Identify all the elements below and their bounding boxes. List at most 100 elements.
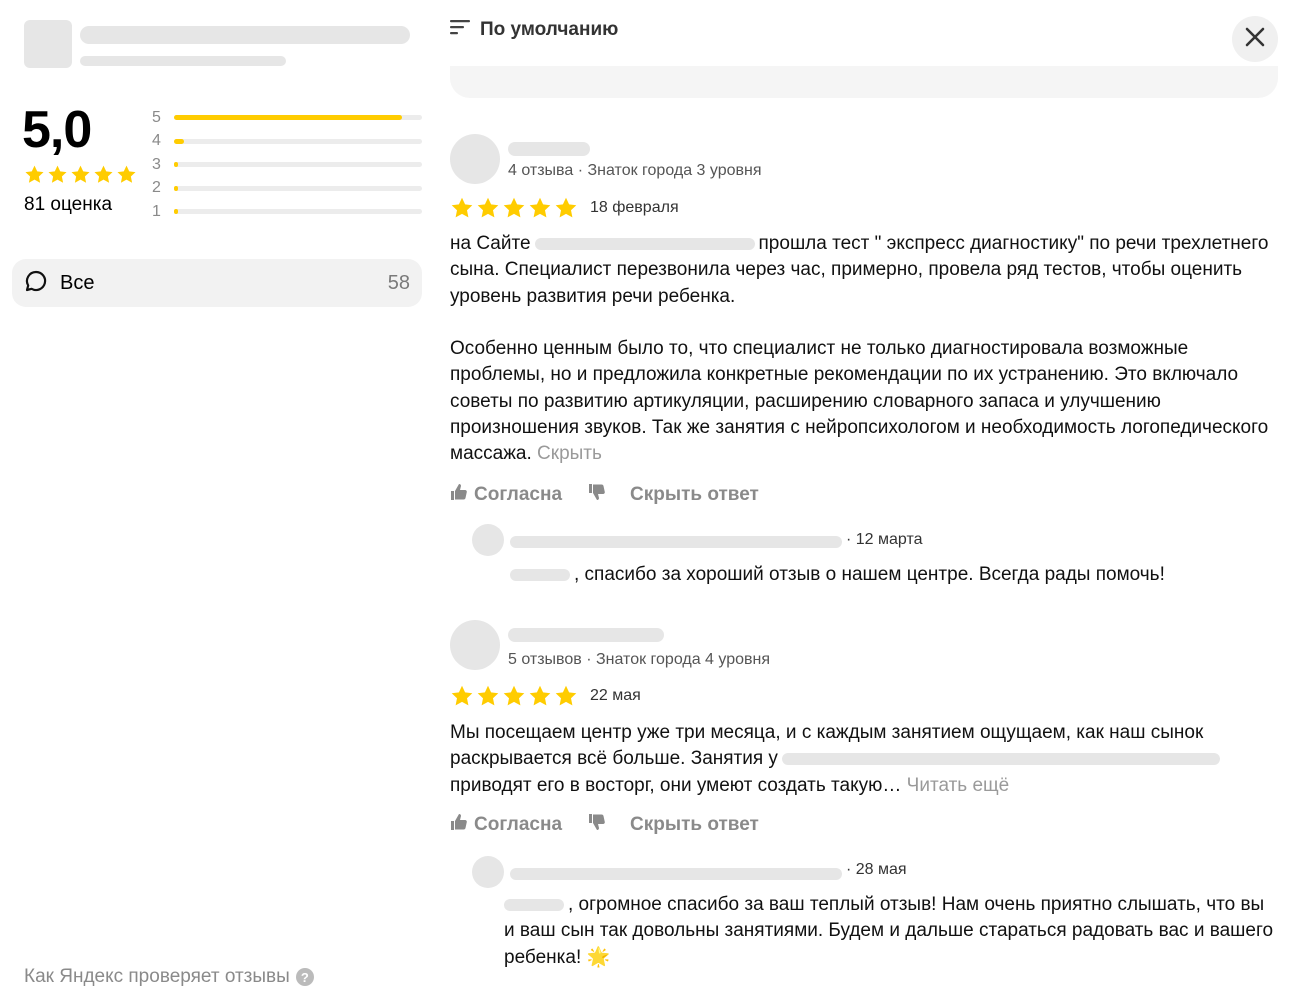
thumbs-up-icon xyxy=(450,813,468,837)
author-name-placeholder[interactable] xyxy=(508,142,590,156)
star-icon xyxy=(450,196,474,220)
close-button[interactable] xyxy=(1232,16,1278,62)
rating-stars xyxy=(24,164,137,185)
star-icon xyxy=(528,684,552,708)
star-icon xyxy=(476,196,500,220)
reply-text-part: , спасибо за хороший отзыв о нашем центр… xyxy=(574,564,1165,585)
collapse-link[interactable]: Скрыть xyxy=(537,443,602,464)
how-yandex-checks-link[interactable]: Как Яндекс проверяет отзывы ? xyxy=(24,966,314,988)
reply-date: · 12 марта xyxy=(846,531,923,548)
review-actions: Согласна Скрыть ответ xyxy=(450,483,759,507)
author-name-placeholder[interactable] xyxy=(508,628,664,642)
organization-address-placeholder xyxy=(80,56,286,66)
rating-distribution: 5 4 3 2 1 xyxy=(152,106,422,224)
star-icon xyxy=(502,684,526,708)
review-text: на Сайте прошла тест " экспресс диагности… xyxy=(450,231,1280,310)
avatar[interactable] xyxy=(450,620,500,670)
review-text-part: приводят его в восторг, они умеют создат… xyxy=(450,774,902,796)
distribution-fill xyxy=(174,115,403,121)
star-icon xyxy=(24,164,45,185)
filter-count: 58 xyxy=(387,271,410,294)
thumbs-down-icon xyxy=(588,813,606,837)
star-icon xyxy=(450,684,474,708)
distribution-track xyxy=(174,162,422,168)
hide-reply-button[interactable]: Скрыть ответ xyxy=(630,814,759,836)
hide-reply-button[interactable]: Скрыть ответ xyxy=(630,484,759,506)
star-icon xyxy=(476,684,500,708)
distribution-fill xyxy=(174,138,184,144)
review-stars xyxy=(450,196,578,220)
star-icon xyxy=(554,684,578,708)
speech-bubble-icon xyxy=(24,269,48,298)
question-icon: ? xyxy=(295,968,314,986)
thumbs-down-icon xyxy=(588,483,606,507)
distribution-track xyxy=(174,209,422,215)
sort-icon xyxy=(450,18,472,42)
dislike-button[interactable] xyxy=(588,813,606,837)
reply-text: , огромное спасибо за ваш теплый отзыв! … xyxy=(504,892,1280,971)
like-label: Согласна xyxy=(474,814,563,835)
like-button[interactable]: Согласна xyxy=(450,483,562,507)
author-meta: 4 отзыва · Знаток города 3 уровня xyxy=(508,162,762,179)
ratings-count: 81 оценка xyxy=(24,194,113,215)
reply-date: · 28 мая xyxy=(846,861,907,878)
distribution-fill xyxy=(174,162,178,168)
distribution-fill xyxy=(174,185,178,191)
read-more-link[interactable]: Читать ещё xyxy=(907,775,1010,796)
average-rating: 5,0 xyxy=(22,101,92,159)
review-rating: 18 февраля xyxy=(450,196,679,220)
previous-card-edge xyxy=(450,66,1278,98)
review-rating: 22 мая xyxy=(450,684,641,708)
star-icon xyxy=(528,196,552,220)
sort-dropdown[interactable]: По умолчанию xyxy=(450,18,618,42)
review-date: 18 февраля xyxy=(590,199,679,216)
sort-label: По умолчанию xyxy=(480,19,619,40)
hidden-name-placeholder xyxy=(534,237,755,250)
star-icon xyxy=(116,164,137,185)
filter-label: Все xyxy=(60,271,95,294)
distribution-row-1[interactable]: 1 xyxy=(152,200,422,224)
review-text: Мы посещаем центр уже три месяца, и с ка… xyxy=(450,720,1280,799)
review-stars xyxy=(450,684,578,708)
review-date: 22 мая xyxy=(590,687,641,704)
close-icon xyxy=(1245,27,1265,52)
star-icon xyxy=(554,196,578,220)
distribution-track xyxy=(174,185,422,191)
distribution-track xyxy=(174,115,422,121)
organization-name-placeholder xyxy=(80,26,410,44)
hidden-name-placeholder xyxy=(781,753,1220,766)
thumbs-up-icon xyxy=(450,483,468,507)
reply-avatar xyxy=(472,856,504,888)
hide-reply-label: Скрыть ответ xyxy=(630,814,759,835)
avatar[interactable] xyxy=(450,134,500,184)
like-button[interactable]: Согласна xyxy=(450,813,562,837)
star-icon xyxy=(47,164,68,185)
review-text-part: на Сайте xyxy=(450,233,531,254)
filter-all-reviews[interactable]: Все 58 xyxy=(12,259,422,307)
reply-author-placeholder xyxy=(510,536,842,548)
distribution-track xyxy=(174,138,422,144)
distribution-row-2[interactable]: 2 xyxy=(152,177,422,201)
star-icon xyxy=(502,196,526,220)
distribution-row-4[interactable]: 4 xyxy=(152,130,422,154)
distribution-label: 2 xyxy=(152,179,161,197)
distribution-label: 1 xyxy=(152,202,161,220)
review-actions: Согласна Скрыть ответ xyxy=(450,813,759,837)
distribution-fill xyxy=(174,209,178,215)
hidden-name-placeholder xyxy=(504,898,564,911)
distribution-row-3[interactable]: 3 xyxy=(152,153,422,177)
like-label: Согласна xyxy=(474,484,563,505)
distribution-label: 3 xyxy=(152,155,161,173)
hide-reply-label: Скрыть ответ xyxy=(630,484,759,505)
reply-author-placeholder xyxy=(510,868,842,880)
author-meta: 5 отзывов · Знаток города 4 уровня xyxy=(508,651,770,668)
dislike-button[interactable] xyxy=(588,483,606,507)
reply-text: , спасибо за хороший отзыв о нашем центр… xyxy=(510,562,1280,588)
distribution-label: 4 xyxy=(152,132,161,150)
distribution-row-5[interactable]: 5 xyxy=(152,106,422,130)
how-check-label: Как Яндекс проверяет отзывы xyxy=(24,966,290,987)
hidden-name-placeholder xyxy=(510,568,570,581)
reply-avatar xyxy=(472,524,504,556)
reply-text-part: , огромное спасибо за ваш теплый отзыв! … xyxy=(504,894,1274,968)
star-icon xyxy=(93,164,114,185)
